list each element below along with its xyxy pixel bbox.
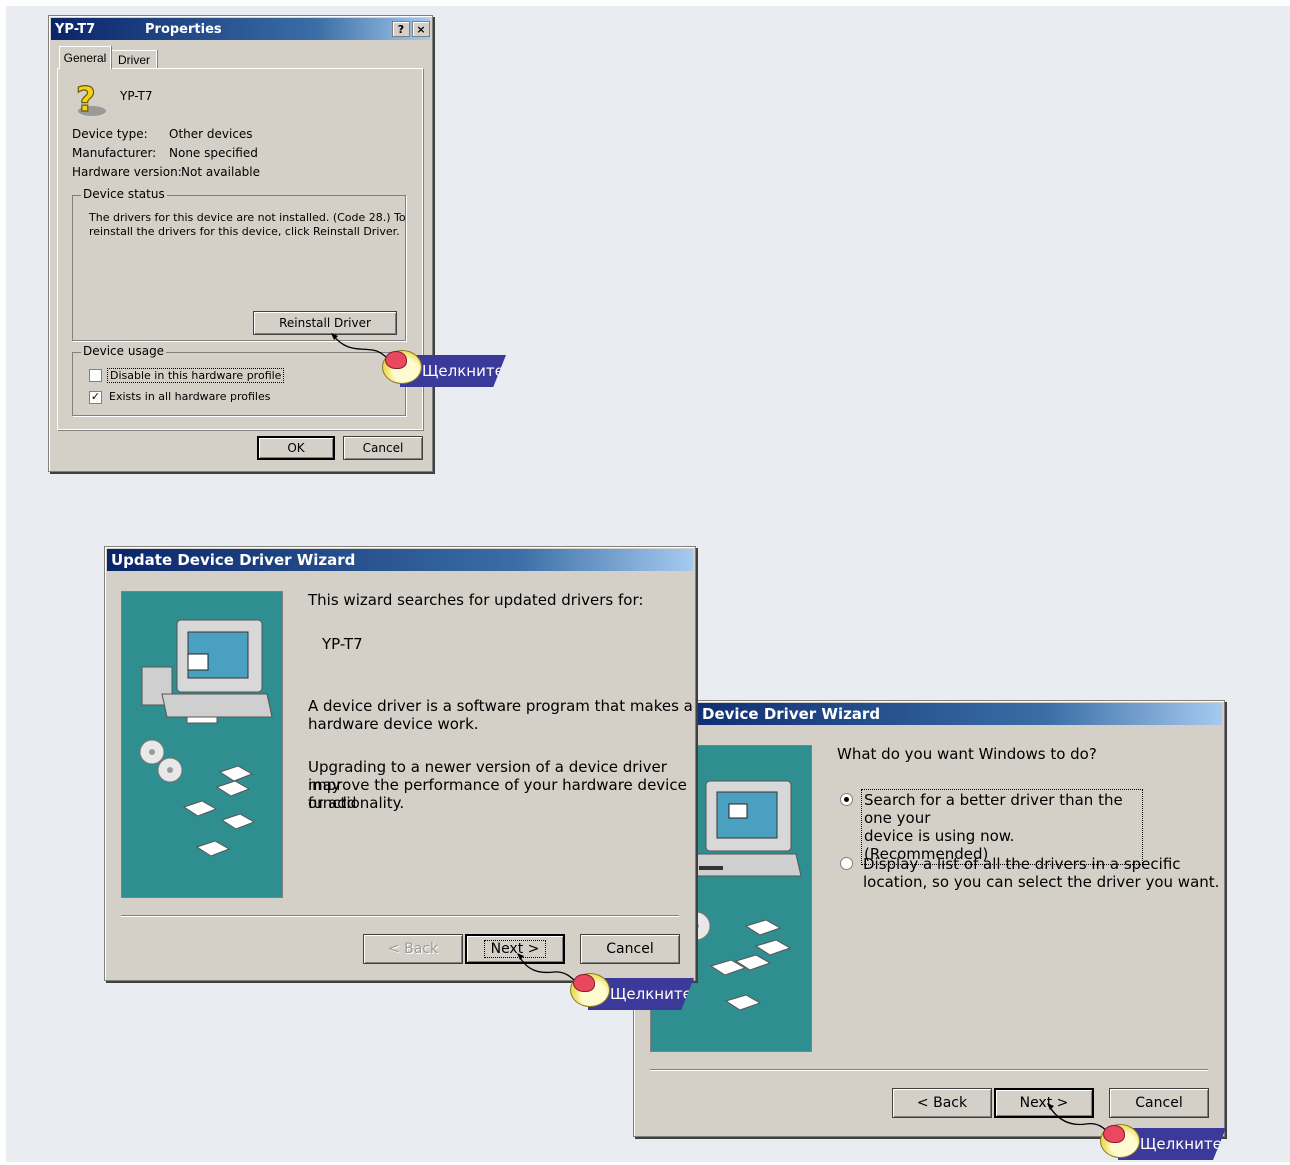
properties-dialog: YP-T7 Properties ? × General Driver ? YP…: [48, 15, 433, 472]
wizard1-device: YP-T7: [322, 635, 363, 653]
wizard2-cancel-button[interactable]: Cancel: [1109, 1088, 1209, 1118]
wizard2-title: Device Driver Wizard: [702, 705, 881, 723]
device-type-label: Device type:: [72, 127, 148, 141]
wizard1-back-button[interactable]: < Back: [363, 934, 463, 964]
wizard1-para2-line3: functionality.: [308, 794, 405, 812]
mouse-icon-2: [570, 973, 610, 1007]
hardware-version-label: Hardware version:: [72, 165, 182, 179]
disable-profile-label: Disable in this hardware profile: [107, 368, 285, 383]
search-better-driver-option[interactable]: Search for a better driver than the one …: [861, 789, 1143, 865]
ok-button[interactable]: OK: [257, 436, 335, 460]
mouse-icon-3: [1100, 1124, 1140, 1158]
tab-driver[interactable]: Driver: [111, 50, 157, 69]
wizard1-intro: This wizard searches for updated drivers…: [308, 591, 644, 609]
tab-driver-label: Driver: [118, 53, 150, 67]
option1-line1: Search for a better driver than the one …: [864, 791, 1123, 827]
device-driver-wizard: Device Driver Wizard What do you want Wi…: [633, 700, 1225, 1137]
wizard1-illustration: [121, 591, 283, 898]
device-usage-label: Device usage: [81, 344, 167, 358]
callout-click-2-label: Щелкните: [610, 985, 692, 1003]
tab-general-label: General: [63, 51, 107, 65]
properties-cancel-button[interactable]: Cancel: [343, 436, 423, 460]
option2-line1: Display a list of all the drivers in a s…: [863, 855, 1181, 873]
manufacturer-label: Manufacturer:: [72, 146, 157, 160]
mouse-icon-1: [382, 350, 422, 384]
tab-panel: ? YP-T7 Device type: Other devices Manuf…: [57, 68, 423, 430]
help-button[interactable]: ?: [392, 21, 410, 37]
device-status-text-2: reinstall the drivers for this device, c…: [89, 225, 400, 238]
wizard1-cancel-button[interactable]: Cancel: [580, 934, 680, 964]
callout-click-3-label: Щелкните: [1140, 1135, 1222, 1153]
properties-title-text: Properties: [145, 21, 222, 37]
device-type-value: Other devices: [169, 127, 253, 141]
device-status-group: Device status The drivers for this devic…: [72, 187, 406, 341]
disable-profile-checkbox[interactable]: [89, 369, 102, 382]
wizard1-para1-line2: hardware device work.: [308, 715, 479, 733]
svg-text:?: ?: [76, 81, 96, 119]
tab-general[interactable]: General: [59, 46, 111, 69]
option2-line2: location, so you can select the driver y…: [863, 873, 1220, 891]
wizard2-question: What do you want Windows to do?: [837, 745, 1097, 763]
search-better-driver-radio[interactable]: [840, 793, 853, 806]
wizard2-back-button[interactable]: < Back: [892, 1088, 992, 1118]
manufacturer-value: None specified: [169, 146, 258, 160]
device-status-label: Device status: [81, 187, 167, 201]
wizard1-titlebar: Update Device Driver Wizard: [107, 549, 693, 571]
display-list-radio[interactable]: [840, 857, 853, 870]
unknown-device-icon: ?: [75, 81, 106, 119]
exists-profiles-label: Exists in all hardware profiles: [109, 390, 271, 403]
wizard2-divider: [650, 1069, 1208, 1071]
wizard2-titlebar: Device Driver Wizard: [636, 703, 1222, 725]
update-device-driver-wizard: Update Device Driver Wizard This wizard …: [104, 546, 696, 981]
device-status-text-1: The drivers for this device are not inst…: [89, 211, 406, 224]
wizard1-divider: [121, 915, 679, 917]
wizard1-para1-line1: A device driver is a software program th…: [308, 697, 693, 715]
callout-click-1-label: Щелкните: [422, 362, 504, 380]
wizard1-title: Update Device Driver Wizard: [111, 551, 356, 569]
device-name: YP-T7: [120, 89, 153, 103]
properties-title-device: YP-T7: [55, 21, 96, 37]
close-button[interactable]: ×: [412, 21, 430, 37]
properties-titlebar: YP-T7 Properties ? ×: [51, 18, 430, 40]
computer-disks-icon: [139, 619, 273, 857]
exists-profiles-checkbox[interactable]: ✓: [89, 391, 102, 404]
hardware-version-value: Not available: [181, 165, 261, 179]
